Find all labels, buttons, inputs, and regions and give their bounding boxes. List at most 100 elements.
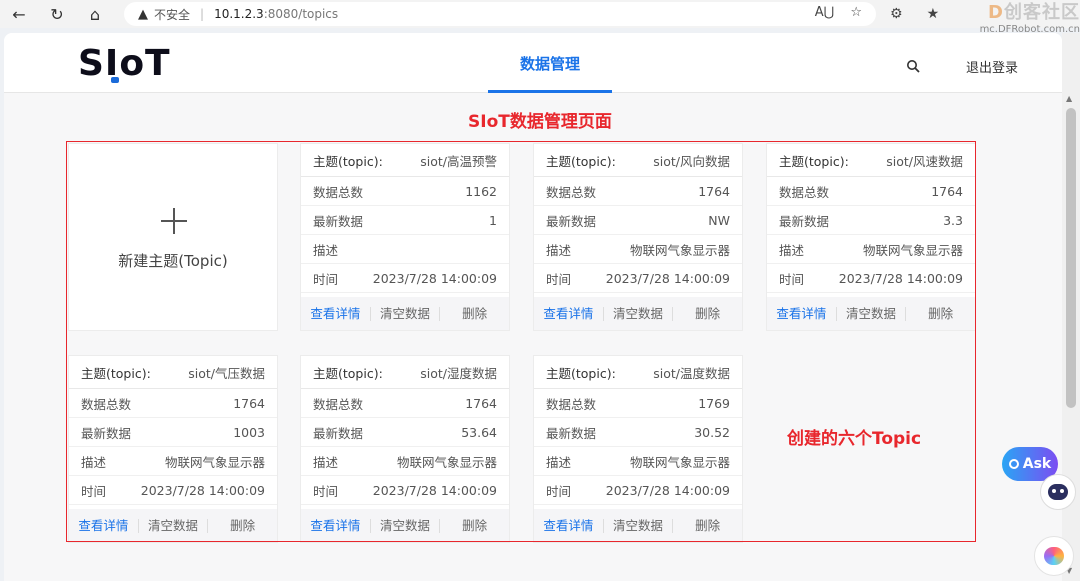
topic-total: 1764 (931, 183, 963, 199)
topic-actions: 查看详情 清空数据 删除 (69, 509, 277, 542)
siot-page: SIoT 数据管理 退出登录 SIoT数据管理页面 新建主题(Topic) 主题… (4, 33, 1062, 581)
chatbot-icon[interactable] (1040, 474, 1076, 510)
topic-latest-row: 最新数据 NW (534, 206, 742, 235)
topic-total-row: 数据总数 1764 (69, 389, 277, 418)
topic-time-row: 时间 2023/7/28 14:00:09 (534, 476, 742, 505)
clear-data-button[interactable]: 清空数据 (602, 518, 673, 533)
view-details-button[interactable]: 查看详情 (534, 306, 603, 321)
topic-total: 1764 (233, 395, 265, 411)
topic-card: 主题(topic): siot/气压数据 数据总数 1764 最新数据 1003 描述 物联网… (68, 355, 278, 543)
logout-button[interactable]: 退出登录 (966, 57, 1018, 76)
warning-triangle-icon: ▲ (138, 6, 148, 22)
scroll-thumb[interactable] (1066, 108, 1076, 408)
topic-latest: 30.52 (694, 424, 730, 440)
topic-latest: 3.3 (943, 212, 963, 228)
view-details-button[interactable]: 查看详情 (69, 518, 138, 533)
favorite-add-icon[interactable]: ☆ (850, 5, 862, 20)
clear-data-button[interactable]: 清空数据 (369, 306, 440, 321)
topic-card: 主题(topic): siot/高温预警 数据总数 1162 最新数据 1 描述 时间 2023… (300, 143, 510, 331)
clear-data-button[interactable]: 清空数据 (137, 518, 208, 533)
url-path: :8080/topics (263, 7, 339, 21)
clear-data-button[interactable]: 清空数据 (835, 306, 906, 321)
view-details-button[interactable]: 查看详情 (534, 518, 603, 533)
view-details-button[interactable]: 查看详情 (301, 306, 370, 321)
topic-name: siot/气压数据 (188, 365, 265, 381)
reload-icon[interactable]: ↻ (38, 0, 76, 28)
topic-desc: 物联网气象显示器 (629, 242, 730, 258)
favorites-icon[interactable]: ★ (927, 6, 940, 22)
clear-data-button[interactable]: 清空数据 (602, 306, 673, 321)
topic-total-row: 数据总数 1764 (767, 177, 975, 206)
topic-latest: NW (708, 212, 730, 228)
topic-name-row: 主题(topic): siot/湿度数据 (301, 356, 509, 389)
topic-total-row: 数据总数 1162 (301, 177, 509, 206)
delete-button[interactable]: 删除 (207, 518, 277, 533)
topic-time-row: 时间 2023/7/28 14:00:09 (69, 476, 277, 505)
back-icon[interactable]: ← (0, 0, 38, 28)
topic-actions: 查看详情 清空数据 删除 (534, 297, 742, 330)
new-topic-card[interactable]: 新建主题(Topic) (68, 143, 278, 331)
delete-button[interactable]: 删除 (439, 518, 509, 533)
topic-name-row: 主题(topic): siot/气压数据 (69, 356, 277, 389)
nav-data-management[interactable]: 数据管理 (488, 33, 612, 93)
topic-desc-row: 描述 物联网气象显示器 (767, 235, 975, 264)
scroll-up-icon[interactable]: ▲ (1066, 94, 1072, 103)
new-topic-label: 新建主题(Topic) (118, 252, 228, 270)
topic-name-row: 主题(topic): siot/高温预警 (301, 144, 509, 177)
topic-total-row: 数据总数 1764 (534, 177, 742, 206)
delete-button[interactable]: 删除 (439, 306, 509, 321)
topic-latest-row: 最新数据 53.64 (301, 418, 509, 447)
topic-desc-row: 描述 (301, 235, 509, 264)
topic-name: siot/风向数据 (653, 153, 730, 169)
topic-name-row: 主题(topic): siot/温度数据 (534, 356, 742, 389)
topic-card: 主题(topic): siot/湿度数据 数据总数 1764 最新数据 53.64 描述 物联… (300, 355, 510, 543)
clear-data-button[interactable]: 清空数据 (369, 518, 440, 533)
topic-time: 2023/7/28 14:00:09 (838, 270, 963, 286)
extensions-icon[interactable]: ⚙ (890, 6, 903, 22)
annotation-note: 创建的六个Topic (787, 429, 922, 449)
topic-time: 2023/7/28 14:00:09 (372, 270, 497, 286)
ask-icon (1008, 459, 1019, 469)
topic-time-row: 时间 2023/7/28 14:00:09 (301, 264, 509, 293)
topic-time: 2023/7/28 14:00:09 (605, 270, 730, 286)
topic-card: 主题(topic): siot/风速数据 数据总数 1764 最新数据 3.3 描述 物联网气… (766, 143, 976, 331)
topic-latest-row: 最新数据 1 (301, 206, 509, 235)
delete-button[interactable]: 删除 (672, 518, 742, 533)
topic-time: 2023/7/28 14:00:09 (605, 482, 730, 498)
topic-time: 2023/7/28 14:00:09 (372, 482, 497, 498)
delete-button[interactable]: 删除 (672, 306, 742, 321)
view-details-button[interactable]: 查看详情 (767, 306, 836, 321)
url-host: 10.1.2.3 (214, 7, 264, 21)
topic-desc-row: 描述 物联网气象显示器 (69, 447, 277, 476)
plus-icon (161, 208, 187, 234)
topic-name: siot/温度数据 (653, 365, 730, 381)
topic-desc: 物联网气象显示器 (862, 242, 963, 258)
annotation-page-title: SIoT数据管理页面 (468, 112, 612, 132)
topic-latest-row: 最新数据 3.3 (767, 206, 975, 235)
topic-card: 主题(topic): siot/温度数据 数据总数 1769 最新数据 30.52 描述 物联… (533, 355, 743, 543)
address-bar[interactable]: ▲ 不安全 | 10.1.2.3:8080/topics A⋃ ☆ (124, 2, 876, 26)
topic-latest: 1003 (233, 424, 265, 440)
topic-actions: 查看详情 清空数据 删除 (534, 509, 742, 542)
topic-total: 1162 (465, 183, 497, 199)
topic-latest: 1 (489, 212, 497, 228)
topic-total: 1764 (698, 183, 730, 199)
topic-desc-row: 描述 物联网气象显示器 (534, 447, 742, 476)
topic-name: siot/风速数据 (886, 153, 963, 169)
delete-button[interactable]: 删除 (905, 306, 975, 321)
topic-latest-row: 最新数据 30.52 (534, 418, 742, 447)
topic-total: 1764 (465, 395, 497, 411)
ai-brain-icon[interactable] (1034, 536, 1074, 576)
search-icon[interactable] (906, 59, 920, 73)
topic-desc: 物联网气象显示器 (164, 454, 265, 470)
siot-logo[interactable]: SIoT (78, 43, 171, 84)
view-details-button[interactable]: 查看详情 (301, 518, 370, 533)
topic-total: 1769 (698, 395, 730, 411)
topic-time-row: 时间 2023/7/28 14:00:09 (534, 264, 742, 293)
home-icon[interactable]: ⌂ (76, 0, 114, 28)
topic-name-row: 主题(topic): siot/风速数据 (767, 144, 975, 177)
topic-total-row: 数据总数 1769 (534, 389, 742, 418)
site-header: SIoT 数据管理 退出登录 (4, 33, 1062, 93)
topic-latest: 53.64 (461, 424, 497, 440)
read-aloud-icon[interactable]: A⋃ (815, 5, 835, 20)
